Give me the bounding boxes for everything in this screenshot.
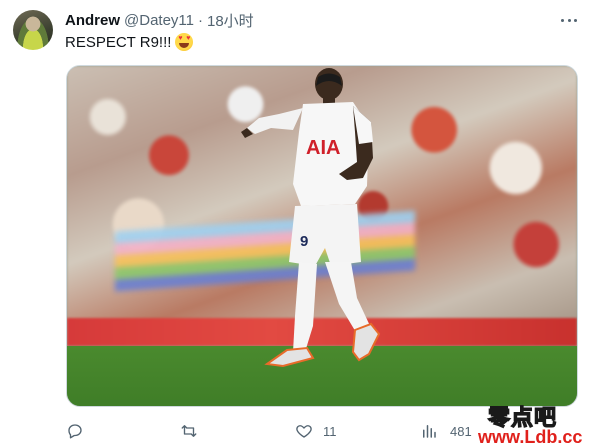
tweet-card[interactable]: Andrew @Datey11 · 18小时 RESPECT R9!!! AIA… [0,0,595,448]
views-count: 481 [450,423,472,439]
svg-text:9: 9 [300,233,308,250]
retweet-button[interactable] [179,420,205,442]
retweet-icon [181,425,197,437]
tweet-timestamp[interactable]: 18小时 [207,10,254,31]
more-options-button[interactable] [559,12,579,28]
tweet-header: Andrew @Datey11 · 18小时 [65,10,254,30]
watermark-url: www.Ldb.cc [478,427,583,447]
author-handle[interactable]: @Datey11 [124,12,194,29]
more-dots-icon [574,18,577,22]
like-button[interactable]: 11 [295,420,337,442]
tweet-text-content: RESPECT R9!!! [65,33,172,51]
separator-dot: · [198,11,203,29]
more-dots-icon [561,18,564,22]
views-bar-chart-icon [423,425,436,438]
like-count: 11 [323,423,337,439]
heart-icon [296,425,312,438]
watermark: 零点吧 www.Ldb.cc [478,400,595,448]
tweet-text: RESPECT R9!!! [65,32,194,52]
more-dots-icon [567,18,571,22]
heart-eyes-emoji-icon [175,33,194,51]
views-button[interactable]: 481 [420,420,472,442]
author-name[interactable]: Andrew [65,12,120,29]
avatar[interactable] [13,10,53,50]
footballer-figure: AIA 9 [241,68,381,368]
tweet-media-image[interactable]: AIA 9 [66,65,578,407]
svg-text:AIA: AIA [306,137,340,159]
reply-icon [68,424,82,439]
reply-button[interactable] [66,420,90,442]
